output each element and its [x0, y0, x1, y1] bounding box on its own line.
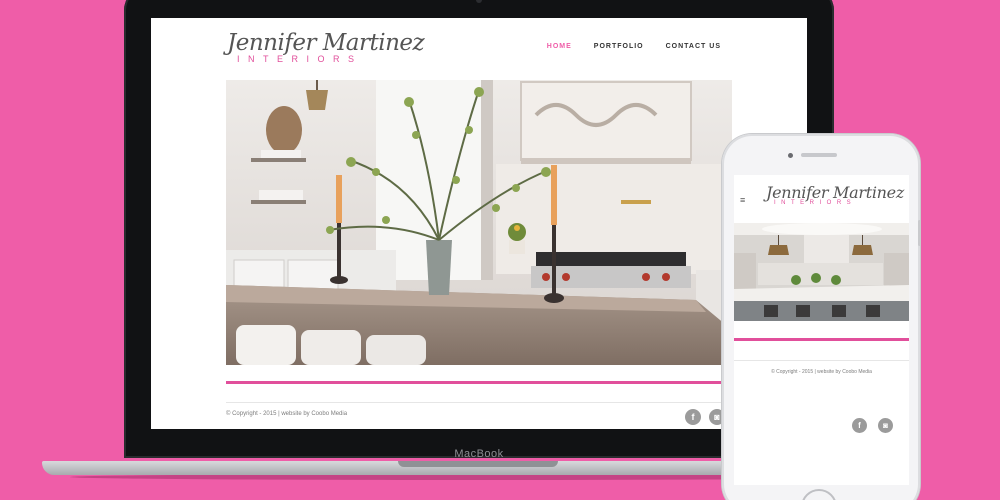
- mobile-hero-image: [734, 223, 909, 321]
- hero-image: [226, 80, 732, 365]
- accent-divider: [226, 381, 732, 384]
- mobile-site-logo[interactable]: Jennifer Martinez INTERIORS: [766, 183, 904, 206]
- nav-home[interactable]: HOME: [547, 43, 572, 50]
- laptop-notch: [398, 461, 558, 467]
- instagram-icon[interactable]: ◙: [878, 418, 893, 433]
- nav-contact-us[interactable]: CONTACT US: [666, 43, 721, 50]
- facebook-icon[interactable]: f: [852, 418, 867, 433]
- site-logo[interactable]: Jennifer Martinez INTERIORS: [227, 30, 425, 64]
- phone-screen: ≡ Jennifer Martinez INTERIORS © Copyrigh…: [734, 175, 909, 485]
- phone-camera: [788, 153, 793, 158]
- mobile-footer-divider: [734, 360, 909, 361]
- logo-script: Jennifer Martinez: [227, 30, 425, 56]
- mobile-accent-divider: [734, 338, 909, 341]
- mobile-footer-copyright: © Copyright - 2015 | website by Coobo Me…: [771, 369, 872, 375]
- footer-copyright: © Copyright - 2015 | website by Coobo Me…: [226, 411, 348, 417]
- nav-portfolio[interactable]: PORTFOLIO: [594, 43, 644, 50]
- main-nav: HOME PORTFOLIO CONTACT US: [547, 43, 721, 50]
- phone-side-button: [918, 220, 921, 246]
- facebook-icon[interactable]: f: [685, 409, 701, 425]
- laptop-screen: Jennifer Martinez INTERIORS HOME PORTFOL…: [151, 18, 807, 429]
- phone-speaker: [801, 153, 837, 157]
- hamburger-menu-icon[interactable]: ≡: [740, 195, 745, 205]
- footer-divider: [226, 402, 732, 403]
